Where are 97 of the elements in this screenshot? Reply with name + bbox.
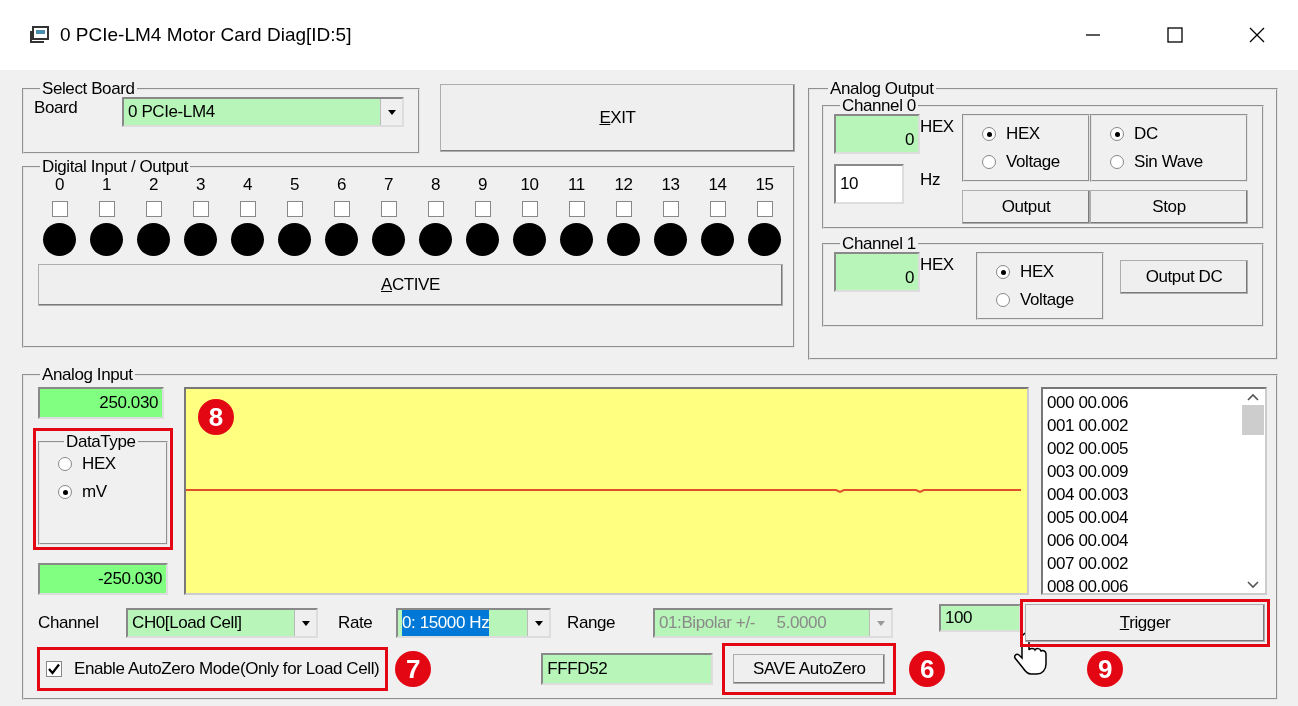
radio-button[interactable]: Voltage: [982, 148, 1088, 176]
callout-marker: 7: [395, 651, 432, 687]
list-item[interactable]: 008 00.006: [1047, 575, 1237, 598]
checkbox[interactable]: [709, 201, 726, 217]
checkbox[interactable]: [662, 201, 679, 217]
field-label: Range: [567, 612, 617, 635]
value-field[interactable]: 0: [834, 114, 920, 154]
list-item[interactable]: 002 00.005: [1047, 437, 1237, 460]
radio-button[interactable]: HEX: [58, 450, 158, 478]
active-button[interactable]: ACTIVE: [38, 264, 783, 306]
checkbox[interactable]: [239, 201, 256, 217]
bit-label: 4: [242, 175, 253, 195]
maximize-icon[interactable]: [1167, 27, 1183, 43]
rate-dropdown[interactable]: 0: 15000 Hz: [396, 608, 551, 638]
output-button[interactable]: Stop: [1090, 190, 1248, 224]
max-value-field: 250.030: [38, 387, 164, 419]
group-title: DataType: [65, 433, 137, 450]
field-label: Rate: [338, 612, 374, 635]
checkbox[interactable]: [615, 201, 632, 217]
window-title: 0 PCIe-LM4 Motor Card Diag[ID:5]: [60, 22, 352, 47]
checkbox[interactable]: [756, 201, 773, 217]
scroll-up-icon[interactable]: [1247, 393, 1259, 401]
list-item[interactable]: 003 00.009: [1047, 460, 1237, 483]
group-title: Channel 0: [842, 97, 916, 114]
exit-button[interactable]: EXIT: [440, 84, 795, 152]
bit-label: 0: [54, 175, 65, 195]
list-item[interactable]: 004 00.003: [1047, 483, 1237, 506]
app-icon: [30, 26, 50, 44]
unit-label: HEX: [920, 254, 955, 276]
min-value-field: -250.030: [38, 563, 168, 595]
frequency-field[interactable]: 10: [834, 164, 904, 204]
bit-label: 11: [568, 175, 585, 195]
bit-label: 15: [755, 175, 774, 195]
callout-marker: 9: [1087, 651, 1124, 687]
check-icon: [48, 663, 60, 675]
radio-button[interactable]: HEX: [982, 120, 1088, 148]
bit-label: 6: [336, 175, 347, 195]
save-autozero-button[interactable]: SAVE AutoZero: [733, 654, 886, 684]
checkbox[interactable]: [51, 201, 68, 217]
dropdown-arrow-icon[interactable]: [300, 618, 311, 628]
bit-label: 5: [289, 175, 300, 195]
bit-label: 13: [661, 175, 680, 195]
checkbox[interactable]: [333, 201, 350, 217]
group-title: Select Board: [41, 80, 136, 97]
radio-button[interactable]: HEX: [996, 258, 1102, 286]
board-dropdown[interactable]: 0 PCIe-LM4: [122, 97, 404, 127]
list-item[interactable]: 000 00.006: [1047, 391, 1237, 414]
checkbox[interactable]: [98, 201, 115, 217]
checkbox-label[interactable]: Enable AutoZero Mode(Only for Load Cell): [74, 656, 380, 682]
list-item[interactable]: 007 00.002: [1047, 552, 1237, 575]
checkbox[interactable]: [46, 661, 62, 677]
list-item[interactable]: 001 00.002: [1047, 414, 1237, 437]
group-title: Channel 1: [841, 235, 917, 252]
radio-button[interactable]: Sin Wave: [1110, 148, 1246, 176]
unit-label: Hz: [920, 169, 940, 192]
checkbox[interactable]: [380, 201, 397, 217]
count-field[interactable]: 100: [939, 604, 1021, 632]
bit-label: 14: [708, 175, 727, 195]
radio-button[interactable]: mV: [58, 478, 158, 506]
checkbox[interactable]: [286, 201, 303, 217]
bit-label: 12: [614, 175, 633, 195]
bit-label: 3: [195, 175, 206, 195]
group-title: Digital Input / Output: [41, 158, 190, 175]
bit-label: 10: [520, 175, 539, 195]
scrollbar-thumb[interactable]: [1242, 405, 1264, 435]
callout-marker: 8: [198, 399, 234, 435]
dropdown-arrow-icon[interactable]: [386, 107, 397, 117]
list-item[interactable]: 005 00.004: [1047, 506, 1237, 529]
field-label: Channel: [38, 612, 100, 635]
checkbox[interactable]: [568, 201, 585, 217]
output-dc-button[interactable]: Output DC: [1120, 260, 1248, 294]
dropdown-arrow-icon[interactable]: [533, 618, 544, 628]
group-title: Analog Output: [829, 80, 935, 97]
bit-label: 1: [101, 175, 112, 195]
bit-label: 9: [477, 175, 488, 195]
bit-label: 8: [430, 175, 441, 195]
checkbox[interactable]: [521, 201, 538, 217]
output-button[interactable]: Output: [962, 190, 1090, 224]
channel-dropdown[interactable]: CH0[Load Cell]: [126, 608, 318, 638]
field-label: Board: [34, 97, 79, 120]
checkbox[interactable]: [427, 201, 444, 217]
value-field[interactable]: 0: [834, 252, 920, 292]
group-title: Analog Input: [41, 366, 134, 383]
hand-cursor-icon: [1013, 632, 1048, 676]
scroll-down-icon[interactable]: [1247, 581, 1259, 589]
radio-button[interactable]: Voltage: [996, 286, 1102, 314]
list-item[interactable]: 006 00.004: [1047, 529, 1237, 552]
checkbox[interactable]: [145, 201, 162, 217]
callout-marker: 6: [909, 651, 946, 687]
close-icon[interactable]: [1249, 27, 1265, 43]
zero-value-field[interactable]: FFFD52: [541, 653, 714, 685]
bit-label: 2: [148, 175, 159, 195]
bit-label: 7: [383, 175, 394, 195]
radio-button[interactable]: DC: [1110, 120, 1246, 148]
checkbox[interactable]: [474, 201, 491, 217]
unit-label: HEX: [920, 116, 954, 138]
checkbox[interactable]: [192, 201, 209, 217]
